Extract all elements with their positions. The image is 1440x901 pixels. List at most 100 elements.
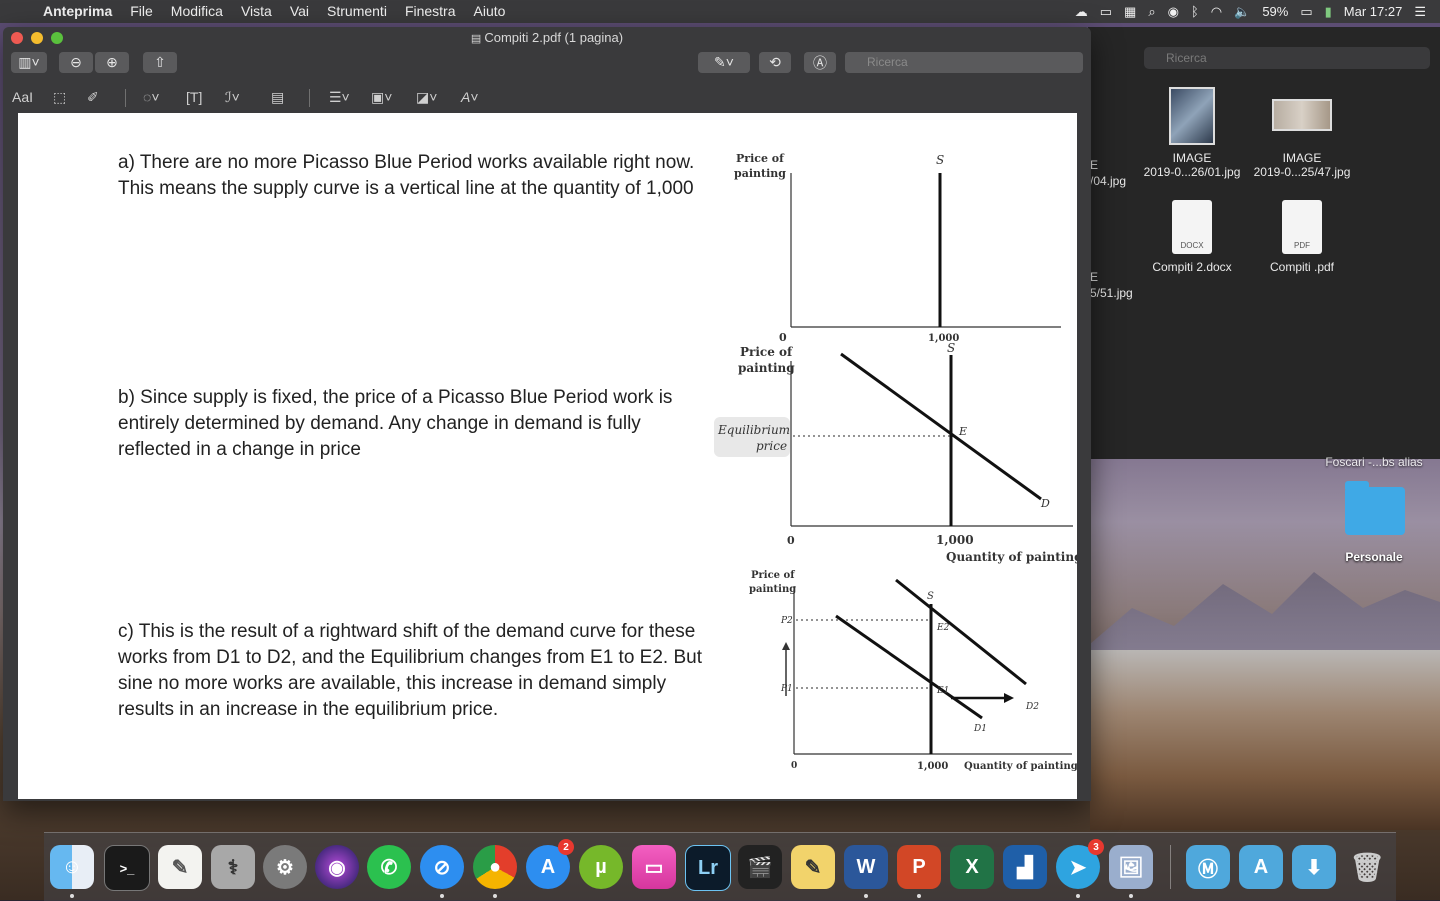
markup-pen-button[interactable]: ✎˅ xyxy=(698,52,750,73)
lightroom-icon[interactable]: Lr xyxy=(685,845,731,891)
text-style-icon[interactable]: A˅ xyxy=(461,89,479,105)
supply-label: S xyxy=(947,341,955,355)
menu-strumenti[interactable]: Strumenti xyxy=(318,0,396,23)
whatsapp-icon[interactable]: ✆ xyxy=(367,845,411,889)
menu-aiuto[interactable]: Aiuto xyxy=(465,0,515,23)
display-icon[interactable]: ▭ xyxy=(1100,4,1112,20)
zoom-in-button[interactable]: ⊕ xyxy=(95,52,129,73)
docx-icon: DOCX xyxy=(1172,200,1212,254)
dock: ☺ >_ ✎ ⚕ ⚙ ◉ ✆ ⊘ ● A2 µ ▭ Lr 🎬 ✎ W P X ▟… xyxy=(44,832,1396,901)
app-store-icon[interactable]: A2 xyxy=(526,839,574,889)
pdf-file-icon: ▤ xyxy=(470,33,485,45)
graph1-ylabel-2: painting xyxy=(734,167,786,180)
finder-partial-2: E 5/51.jpg xyxy=(1090,270,1133,300)
demand-curve xyxy=(840,352,1042,501)
markup-toolbar-button[interactable]: Ⓐ xyxy=(804,52,836,73)
file-kind: IMAGE xyxy=(1282,151,1322,165)
utorrent-icon[interactable]: µ xyxy=(579,845,623,889)
rect-selection-icon[interactable]: ⬚ xyxy=(53,89,66,106)
sketch-icon[interactable]: ✐ xyxy=(87,89,99,106)
line-style-icon[interactable]: ☰˅ xyxy=(329,89,350,106)
battery-icon[interactable]: ▭ xyxy=(1300,4,1312,20)
demand-label: D xyxy=(1040,497,1050,510)
appstore-folder-icon[interactable]: A xyxy=(1239,845,1283,889)
zoom-out-button[interactable]: ⊖ xyxy=(59,52,93,73)
flag-icon[interactable]: ▮ xyxy=(1325,4,1332,20)
share-button[interactable]: ⇧ xyxy=(143,52,177,73)
wallpaper-ground xyxy=(1090,650,1440,830)
clock[interactable]: Mar 17:27 xyxy=(1344,4,1403,19)
finder-icon[interactable]: ☺ xyxy=(50,845,94,889)
sidebar-toggle-button[interactable]: ▥˅ xyxy=(11,52,47,73)
preview-icon[interactable]: 🖼 xyxy=(1109,845,1153,889)
siri-icon[interactable]: ◉ xyxy=(315,845,359,889)
finder-file-docx[interactable]: DOCX Compiti 2.docx xyxy=(1132,200,1252,274)
finder-file-image-1[interactable]: IMAGE 2019-0...26/01.jpg xyxy=(1132,87,1252,179)
siri-icon[interactable]: ◉ xyxy=(1168,4,1179,20)
applications-folder-icon[interactable]: Ⓜ xyxy=(1186,845,1230,889)
grid-icon[interactable]: ▦ xyxy=(1124,4,1136,20)
finder-partial-1: E/04.jpg xyxy=(1090,158,1127,188)
folder-icon[interactable] xyxy=(1345,481,1405,535)
disk-utility-icon[interactable]: ⚕ xyxy=(211,845,255,889)
telegram-icon[interactable]: ➤ 3 xyxy=(1056,839,1104,889)
stocks-icon[interactable]: ▟ xyxy=(1003,845,1047,889)
telegram-badge: 3 xyxy=(1088,839,1104,855)
text-selection-icon[interactable]: AaI xyxy=(12,89,33,105)
graph-equilibrium: Price of painting Equilibrium price S E … xyxy=(714,341,1077,564)
supply-label: S xyxy=(936,153,944,167)
note-icon[interactable]: ▤ xyxy=(271,89,284,106)
window-title: ▤ Compiti 2.pdf (1 pagina) xyxy=(470,30,624,45)
wifi-icon[interactable]: ◠ xyxy=(1211,4,1222,20)
signature-icon[interactable]: ℐ˅ xyxy=(225,89,240,106)
volume-icon[interactable]: 🔈 xyxy=(1234,4,1250,20)
finder-file-pdf[interactable]: PDF Compiti .pdf xyxy=(1242,200,1362,274)
downloads-folder-icon[interactable]: ⬇ xyxy=(1292,845,1336,889)
trash-icon[interactable]: 🗑 xyxy=(1345,845,1389,889)
rotate-button[interactable]: ⟲ xyxy=(759,52,791,73)
menu-app-name[interactable]: Anteprima xyxy=(34,0,121,23)
equilibrium-point-label: E xyxy=(958,425,967,438)
final-cut-icon[interactable]: 🎬 xyxy=(738,845,782,889)
fill-color-icon[interactable]: ◪˅ xyxy=(416,89,437,106)
quantity-label: 1,000 xyxy=(917,761,948,772)
safari-icon[interactable]: ⊘ xyxy=(420,845,464,889)
pages-icon[interactable]: ✎ xyxy=(791,845,835,889)
word-icon[interactable]: W xyxy=(844,845,888,889)
terminal-icon[interactable]: >_ xyxy=(104,845,150,891)
search-input[interactable]: Ricerca xyxy=(845,52,1083,73)
desktop-folder-label[interactable]: Personale xyxy=(1314,550,1434,564)
notification-center-icon[interactable]: ☰ xyxy=(1414,4,1426,20)
pdf-icon: PDF xyxy=(1282,200,1322,254)
system-preferences-icon[interactable]: ⚙ xyxy=(263,845,307,889)
menu-vai[interactable]: Vai xyxy=(281,0,318,23)
spotlight-icon[interactable]: ⌕ xyxy=(1148,4,1155,20)
text-box-icon[interactable]: [T] xyxy=(186,89,202,105)
bluetooth-icon[interactable]: ᛒ xyxy=(1191,4,1199,19)
cloud-icon[interactable]: ☁ xyxy=(1075,4,1088,20)
border-color-icon[interactable]: ▣˅ xyxy=(371,89,392,106)
desktop-folder-alias-label[interactable]: Foscari -...bs alias xyxy=(1314,455,1434,469)
chrome-icon[interactable]: ● xyxy=(473,845,517,889)
textedit-icon[interactable]: ✎ xyxy=(158,845,202,889)
finder-search-field[interactable]: Ricerca xyxy=(1144,47,1430,69)
menu-vista[interactable]: Vista xyxy=(232,0,281,23)
graph-demand-shift: Price of painting P2 P1 S E2 E1 D2 D1 0 … xyxy=(749,570,1077,772)
powerpoint-icon[interactable]: P xyxy=(897,845,941,889)
excel-icon[interactable]: X xyxy=(950,845,994,889)
menu-finestra[interactable]: Finestra xyxy=(396,0,465,23)
battery-percent[interactable]: 59% xyxy=(1262,4,1288,19)
menu-modifica[interactable]: Modifica xyxy=(162,0,232,23)
x-axis-label: Quantity of paintings xyxy=(964,761,1077,772)
shapes-icon[interactable]: ◌˅ xyxy=(143,89,160,105)
dock-separator xyxy=(1170,845,1171,889)
price-p2-label: P2 xyxy=(780,616,793,626)
finder-file-image-2[interactable]: IMAGE 2019-0...25/47.jpg xyxy=(1242,87,1362,179)
file-kind: IMAGE xyxy=(1172,151,1212,165)
equilibrium-label: Equilibrium xyxy=(717,423,790,437)
paragraph-a: a) There are no more Picasso Blue Period… xyxy=(118,152,695,199)
menu-file[interactable]: File xyxy=(121,0,162,23)
cleanmymac-icon[interactable]: ▭ xyxy=(632,845,676,889)
quantity-label: 1,000 xyxy=(936,533,974,547)
finder-window: Ricerca IMAGE 2019-0...26/01.jpg IMAGE 2… xyxy=(1088,27,1440,459)
